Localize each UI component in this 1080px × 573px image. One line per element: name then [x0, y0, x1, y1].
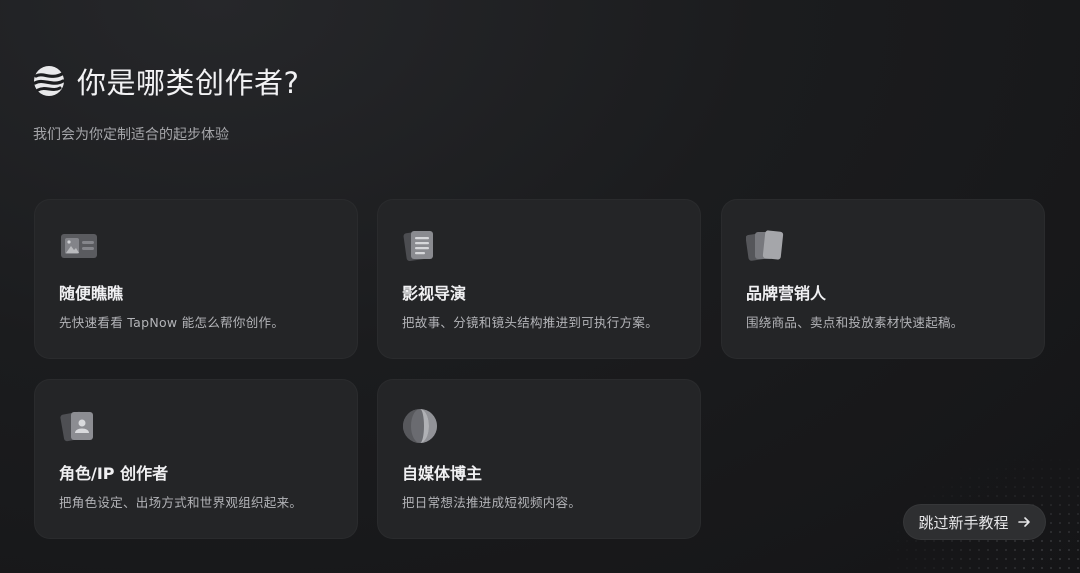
card-description: 先快速看看 TapNow 能怎么帮你创作。 [59, 315, 285, 330]
title-row: 你是哪类创作者? [33, 60, 299, 102]
logo-icon [33, 66, 65, 96]
card-description: 围绕商品、卖点和投放素材快速起稿。 [746, 315, 964, 330]
card-title: 角色/IP 创作者 [59, 464, 169, 483]
header: 你是哪类创作者? 我们会为你定制适合的起步体验 [33, 60, 299, 144]
stacked-cards-icon [746, 230, 784, 261]
creator-card-director[interactable]: 影视导演 把故事、分镜和镜头结构推进到可执行方案。 [377, 199, 701, 359]
arrow-right-icon [1017, 517, 1030, 527]
sphere-icon [403, 409, 437, 443]
page-subtitle: 我们会为你定制适合的起步体验 [33, 127, 229, 143]
creator-card-casual[interactable]: 随便瞧瞧 先快速看看 TapNow 能怎么帮你创作。 [34, 199, 358, 359]
card-title: 影视导演 [402, 284, 467, 303]
script-document-icon [403, 230, 433, 262]
card-description: 把角色设定、出场方式和世界观组织起来。 [59, 495, 303, 510]
skip-tutorial-button[interactable]: 跳过新手教程 [903, 504, 1046, 540]
creator-card-influencer[interactable]: 自媒体博主 把日常想法推进成短视频内容。 [377, 379, 701, 539]
page-title: 你是哪类创作者? [77, 66, 300, 100]
card-title: 自媒体博主 [402, 464, 483, 483]
card-title: 随便瞧瞧 [59, 284, 124, 303]
card-description: 把日常想法推进成短视频内容。 [402, 495, 582, 510]
card-title: 品牌营销人 [746, 284, 827, 303]
image-card-icon [61, 234, 97, 258]
skip-tutorial-label: 跳过新手教程 [918, 513, 1009, 532]
creator-card-marketer[interactable]: 品牌营销人 围绕商品、卖点和投放素材快速起稿。 [721, 199, 1045, 359]
card-description: 把故事、分镜和镜头结构推进到可执行方案。 [402, 315, 659, 330]
creator-card-character-ip[interactable]: 角色/IP 创作者 把角色设定、出场方式和世界观组织起来。 [34, 379, 358, 539]
character-profile-icon [60, 411, 93, 442]
